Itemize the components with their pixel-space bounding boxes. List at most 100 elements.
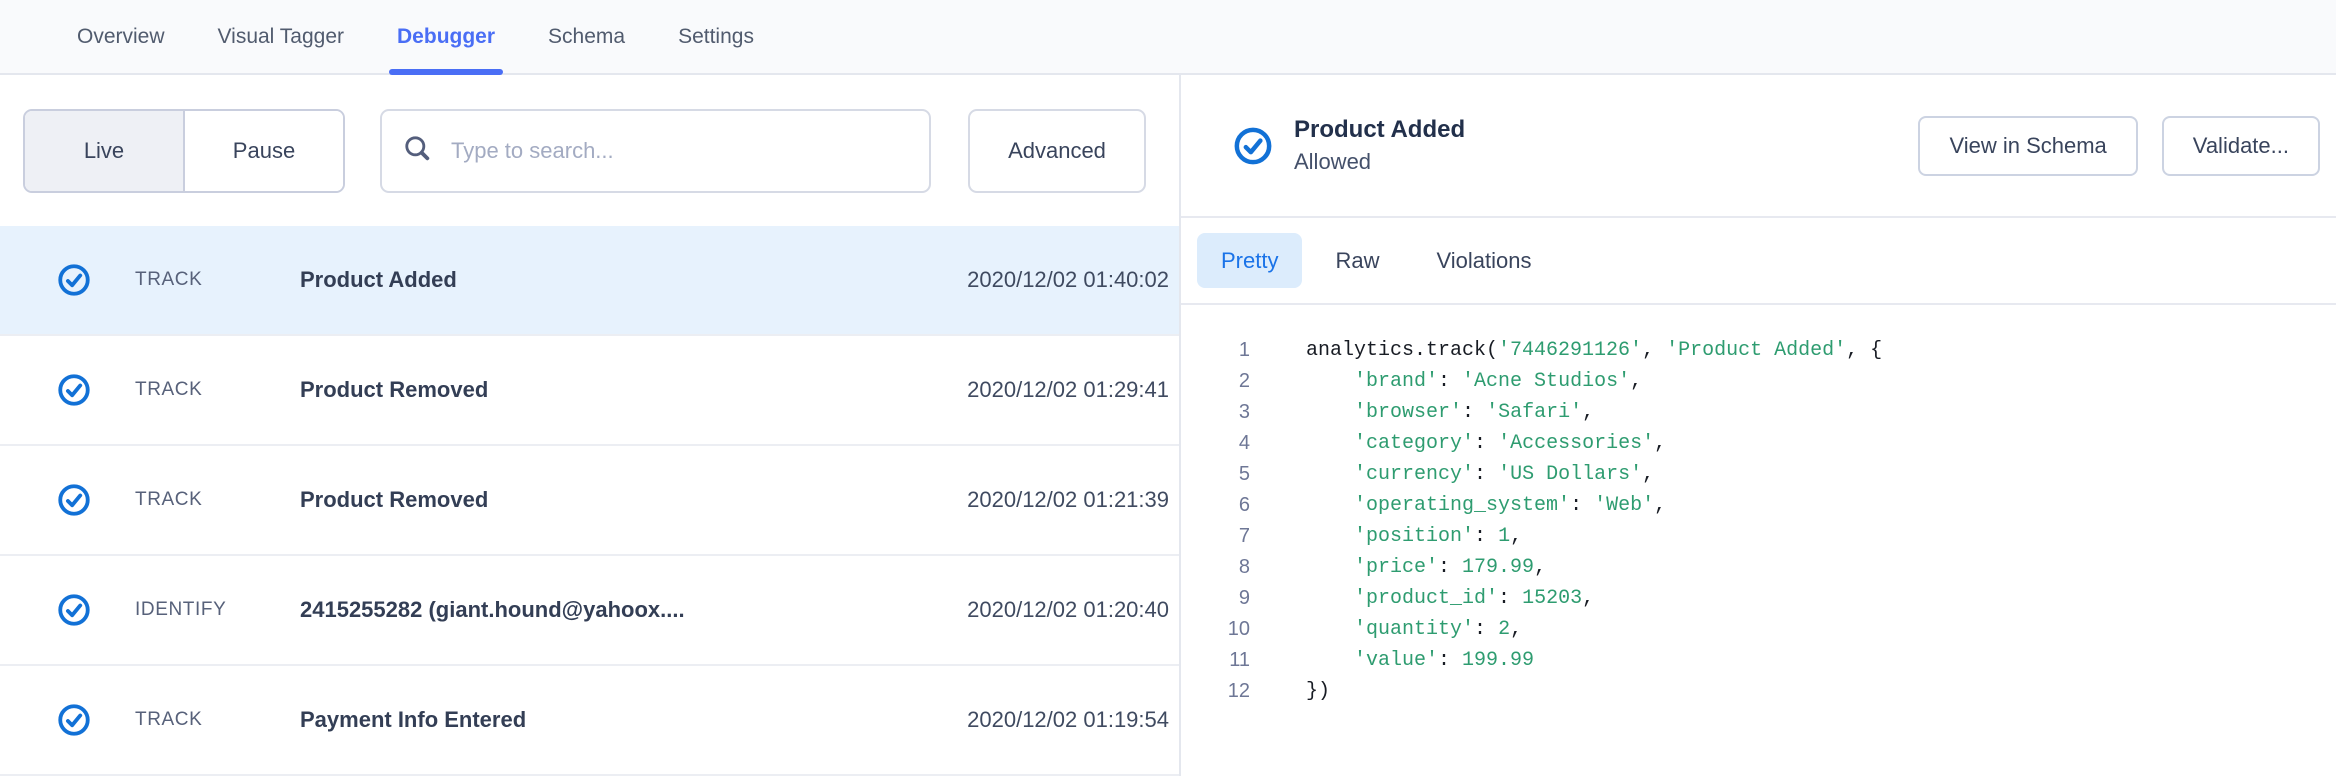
code-line: 1 analytics.track('7446291126', 'Product… [1181, 335, 2336, 366]
line-number: 12 [1181, 676, 1250, 707]
event-row[interactable]: TRACK Product Removed 2020/12/02 01:29:4… [0, 336, 1179, 446]
line-number: 1 [1181, 335, 1250, 366]
detail-tab-label: Raw [1335, 248, 1379, 274]
code-line: 11 'value': 199.99 [1181, 645, 2336, 676]
event-type-label: IDENTIFY [135, 599, 300, 621]
event-name: Product Added [300, 267, 967, 293]
line-number: 10 [1181, 614, 1250, 645]
search-icon [402, 133, 433, 169]
event-timestamp: 2020/12/02 01:19:54 [967, 707, 1169, 733]
code-text: 'quantity': 2, [1306, 614, 1522, 645]
code-line: 8 'price': 179.99, [1181, 552, 2336, 583]
check-circle-icon [57, 483, 91, 517]
code-line: 9 'product_id': 15203, [1181, 583, 2336, 614]
advanced-button[interactable]: Advanced [968, 109, 1146, 193]
event-detail-panel: Product Added Allowed View in Schema Val… [1181, 75, 2336, 776]
event-list: TRACK Product Added 2020/12/02 01:40:02 … [0, 226, 1179, 776]
code-line: 2 'brand': 'Acne Studios', [1181, 366, 2336, 397]
nav-tab-overview[interactable]: Overview [75, 0, 167, 73]
check-circle-icon [1233, 126, 1273, 166]
line-number: 4 [1181, 428, 1250, 459]
event-type-label: TRACK [135, 709, 300, 731]
event-row[interactable]: TRACK Payment Info Entered 2020/12/02 01… [0, 666, 1179, 776]
detail-tab-violations[interactable]: Violations [1412, 233, 1555, 288]
detail-tab-raw[interactable]: Raw [1311, 233, 1403, 288]
nav-tab-label: Overview [77, 25, 165, 49]
nav-tab-schema[interactable]: Schema [546, 0, 627, 73]
code-text: 'position': 1, [1306, 521, 1522, 552]
status-label: Allowed [1294, 149, 1465, 175]
code-text: analytics.track('7446291126', 'Product A… [1306, 335, 1882, 366]
detail-header: Product Added Allowed View in Schema Val… [1181, 75, 2336, 216]
nav-tab-label: Debugger [397, 25, 495, 49]
event-stream-panel: Live Pause Advanced TRACK Prod [0, 75, 1181, 776]
code-text: 'value': 199.99 [1306, 645, 1534, 676]
event-type-label: TRACK [135, 489, 300, 511]
code-text: 'operating_system': 'Web', [1306, 490, 1666, 521]
code-viewer: 1 analytics.track('7446291126', 'Product… [1181, 305, 2336, 707]
event-row[interactable]: TRACK Product Removed 2020/12/02 01:21:3… [0, 446, 1179, 556]
event-timestamp: 2020/12/02 01:40:02 [967, 267, 1169, 293]
nav-tab-label: Visual Tagger [218, 25, 344, 49]
detail-tab-label: Violations [1436, 248, 1531, 274]
event-name: Product Removed [300, 487, 967, 513]
line-number: 9 [1181, 583, 1250, 614]
stream-controls: Live Pause Advanced [0, 75, 1179, 226]
validate-button[interactable]: Validate... [2162, 116, 2320, 176]
event-row[interactable]: TRACK Product Added 2020/12/02 01:40:02 [0, 226, 1179, 336]
event-type-label: TRACK [135, 379, 300, 401]
search-box [380, 109, 931, 193]
line-number: 11 [1181, 645, 1250, 676]
check-circle-icon [57, 593, 91, 627]
live-button[interactable]: Live [25, 111, 185, 191]
code-line: 7 'position': 1, [1181, 521, 2336, 552]
detail-header-buttons: View in Schema Validate... [1918, 116, 2320, 176]
line-number: 3 [1181, 397, 1250, 428]
search-input[interactable] [451, 138, 909, 164]
line-number: 8 [1181, 552, 1250, 583]
nav-tab-label: Settings [678, 25, 754, 49]
live-pause-toggle: Live Pause [23, 109, 345, 193]
detail-tab-pretty[interactable]: Pretty [1197, 233, 1302, 288]
nav-tab-label: Schema [548, 25, 625, 49]
code-text: 'price': 179.99, [1306, 552, 1546, 583]
main-content: Live Pause Advanced TRACK Prod [0, 75, 2336, 776]
code-line: 5 'currency': 'US Dollars', [1181, 459, 2336, 490]
code-line: 6 'operating_system': 'Web', [1181, 490, 2336, 521]
detail-header-text: Product Added Allowed [1294, 116, 1465, 175]
pause-button[interactable]: Pause [185, 111, 343, 191]
code-text: 'product_id': 15203, [1306, 583, 1594, 614]
event-type-label: TRACK [135, 269, 300, 291]
code-text: 'brand': 'Acne Studios', [1306, 366, 1642, 397]
top-nav: Overview Visual Tagger Debugger Schema S… [0, 0, 2336, 75]
event-row[interactable]: IDENTIFY 2415255282 (giant.hound@yahoox.… [0, 556, 1179, 666]
line-number: 6 [1181, 490, 1250, 521]
event-name: 2415255282 (giant.hound@yahoox.... [300, 597, 967, 623]
nav-tab-debugger[interactable]: Debugger [395, 0, 497, 73]
event-name: Product Removed [300, 377, 967, 403]
line-number: 2 [1181, 366, 1250, 397]
event-timestamp: 2020/12/02 01:21:39 [967, 487, 1169, 513]
event-timestamp: 2020/12/02 01:29:41 [967, 377, 1169, 403]
code-text: }) [1306, 676, 1330, 707]
code-line: 4 'category': 'Accessories', [1181, 428, 2336, 459]
event-name: Payment Info Entered [300, 707, 967, 733]
check-circle-icon [57, 263, 91, 297]
nav-tab-visual-tagger[interactable]: Visual Tagger [216, 0, 346, 73]
view-in-schema-button[interactable]: View in Schema [1918, 116, 2137, 176]
line-number: 7 [1181, 521, 1250, 552]
detail-tabs: Pretty Raw Violations [1181, 216, 2336, 305]
detail-tab-label: Pretty [1221, 248, 1278, 274]
check-circle-icon [57, 373, 91, 407]
line-number: 5 [1181, 459, 1250, 490]
code-text: 'currency': 'US Dollars', [1306, 459, 1654, 490]
event-timestamp: 2020/12/02 01:20:40 [967, 597, 1169, 623]
event-title: Product Added [1294, 116, 1465, 144]
code-text: 'browser': 'Safari', [1306, 397, 1594, 428]
code-line: 12 }) [1181, 676, 2336, 707]
code-line: 10 'quantity': 2, [1181, 614, 2336, 645]
check-circle-icon [57, 703, 91, 737]
code-text: 'category': 'Accessories', [1306, 428, 1666, 459]
nav-tab-settings[interactable]: Settings [676, 0, 756, 73]
code-line: 3 'browser': 'Safari', [1181, 397, 2336, 428]
